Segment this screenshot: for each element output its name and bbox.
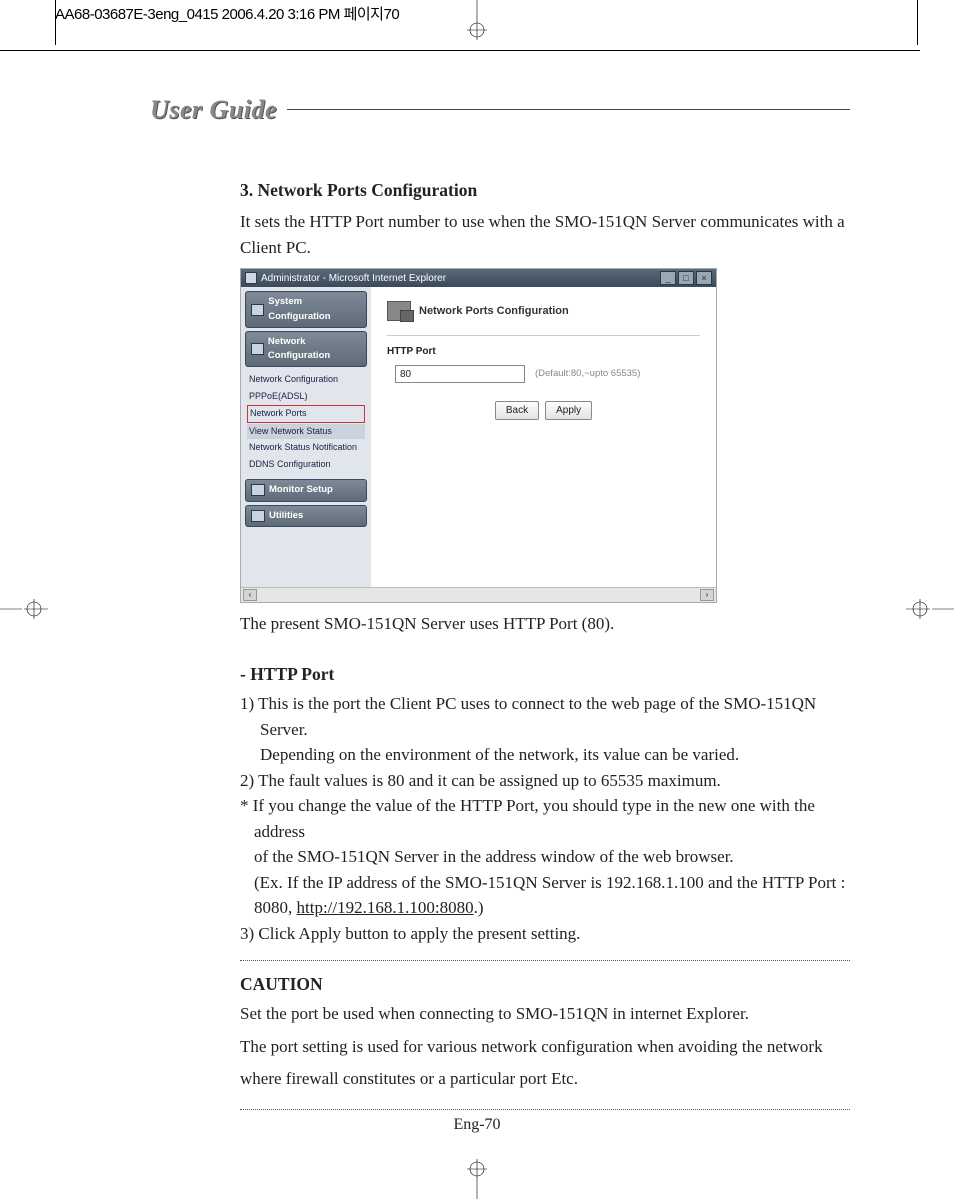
minimize-button[interactable]: _: [660, 271, 676, 285]
nav-utilities[interactable]: Utilities: [245, 505, 367, 527]
monitor-icon: [251, 484, 265, 496]
app-icon: [245, 272, 257, 284]
nav-monitor-setup[interactable]: Monitor Setup: [245, 479, 367, 501]
http-port-heading: - HTTP Port: [240, 661, 850, 687]
guide-header: User Guide: [150, 90, 850, 129]
nav-network-configuration[interactable]: Network Configuration: [245, 331, 367, 368]
caution-heading: CAUTION: [240, 971, 850, 997]
nav-system-configuration[interactable]: System Configuration: [245, 291, 367, 328]
field-hint: (Default:80,~upto 65535): [535, 367, 640, 381]
nav-label: Monitor Setup: [269, 483, 333, 497]
example-url: http://192.168.1.100:8080: [297, 898, 474, 917]
sub-item[interactable]: PPPoE(ADSL): [247, 389, 365, 405]
window-titlebar: Administrator - Microsoft Internet Explo…: [241, 269, 716, 287]
back-button[interactable]: Back: [495, 401, 539, 420]
sub-item[interactable]: Network Status Notification: [247, 440, 365, 456]
separator: [240, 960, 850, 961]
system-icon: [251, 304, 264, 316]
nav-label: Utilities: [269, 509, 303, 523]
body-content: 3. Network Ports Configuration It sets t…: [240, 177, 850, 1110]
print-slug: AA68-03687E-3eng_0415 2006.4.20 3:16 PM …: [55, 4, 655, 27]
crop-mark: [917, 0, 919, 45]
panel-icon: [387, 301, 411, 321]
http-port-input[interactable]: 80: [395, 365, 525, 383]
sub-item[interactable]: DDNS Configuration: [247, 457, 365, 473]
list-item: * If you change the value of the HTTP Po…: [240, 793, 850, 844]
intro-paragraph: It sets the HTTP Port number to use when…: [240, 209, 850, 260]
page-number: Eng-70: [0, 1113, 954, 1137]
utilities-icon: [251, 510, 265, 522]
scroll-left-icon[interactable]: ‹: [243, 589, 257, 601]
nav-label: System Configuration: [268, 295, 361, 324]
nav-label: Network Configuration: [268, 335, 361, 364]
header-rule: [287, 109, 850, 110]
page-content: User Guide 3. Network Ports Configuratio…: [150, 90, 850, 1120]
separator: [240, 1109, 850, 1110]
registration-mark-icon: [463, 1159, 491, 1199]
list-item: 8080, http://192.168.1.100:8080.): [240, 895, 850, 921]
registration-mark-icon: [906, 595, 954, 623]
main-panel: Network Ports Configuration HTTP Port 80…: [371, 287, 716, 587]
sub-item-network-ports[interactable]: Network Ports: [247, 405, 365, 423]
scroll-right-icon[interactable]: ›: [700, 589, 714, 601]
list-item: (Ex. If the IP address of the SMO-151QN …: [240, 870, 850, 896]
close-button[interactable]: ×: [696, 271, 712, 285]
network-icon: [251, 343, 264, 355]
list-item: 2) The fault values is 80 and it can be …: [240, 768, 850, 794]
sub-item[interactable]: View Network Status: [247, 424, 365, 440]
sub-item[interactable]: Network Configuration: [247, 372, 365, 388]
list-item: of the SMO-151QN Server in the address w…: [240, 844, 850, 870]
registration-mark-icon: [463, 0, 491, 40]
guide-title: User Guide: [150, 90, 287, 129]
field-label-http-port: HTTP Port: [387, 344, 700, 359]
crop-mark: [55, 0, 57, 45]
apply-button[interactable]: Apply: [545, 401, 592, 420]
example-text: .): [474, 898, 484, 917]
maximize-button[interactable]: □: [678, 271, 694, 285]
caution-text: Set the port be used when connecting to …: [240, 1001, 850, 1027]
screenshot-figure: Administrator - Microsoft Internet Explo…: [240, 268, 717, 603]
panel-title: Network Ports Configuration: [419, 303, 569, 320]
list-item: 1) This is the port the Client PC uses t…: [240, 691, 850, 742]
crop-mark: [0, 50, 920, 52]
list-item: Depending on the environment of the netw…: [240, 742, 850, 768]
registration-mark-icon: [0, 595, 48, 623]
window-title: Administrator - Microsoft Internet Explo…: [261, 271, 446, 286]
nav-sublist: Network Configuration PPPoE(ADSL) Networ…: [245, 370, 367, 476]
caution-text: The port setting is used for various net…: [240, 1031, 850, 1096]
example-text: 8080,: [254, 898, 297, 917]
list-item: 3) Click Apply button to apply the prese…: [240, 921, 850, 947]
section-heading: 3. Network Ports Configuration: [240, 177, 850, 203]
horizontal-scrollbar[interactable]: ‹ ›: [241, 587, 716, 602]
sidebar: System Configuration Network Configurati…: [241, 287, 371, 587]
after-figure-text: The present SMO-151QN Server uses HTTP P…: [240, 611, 850, 637]
